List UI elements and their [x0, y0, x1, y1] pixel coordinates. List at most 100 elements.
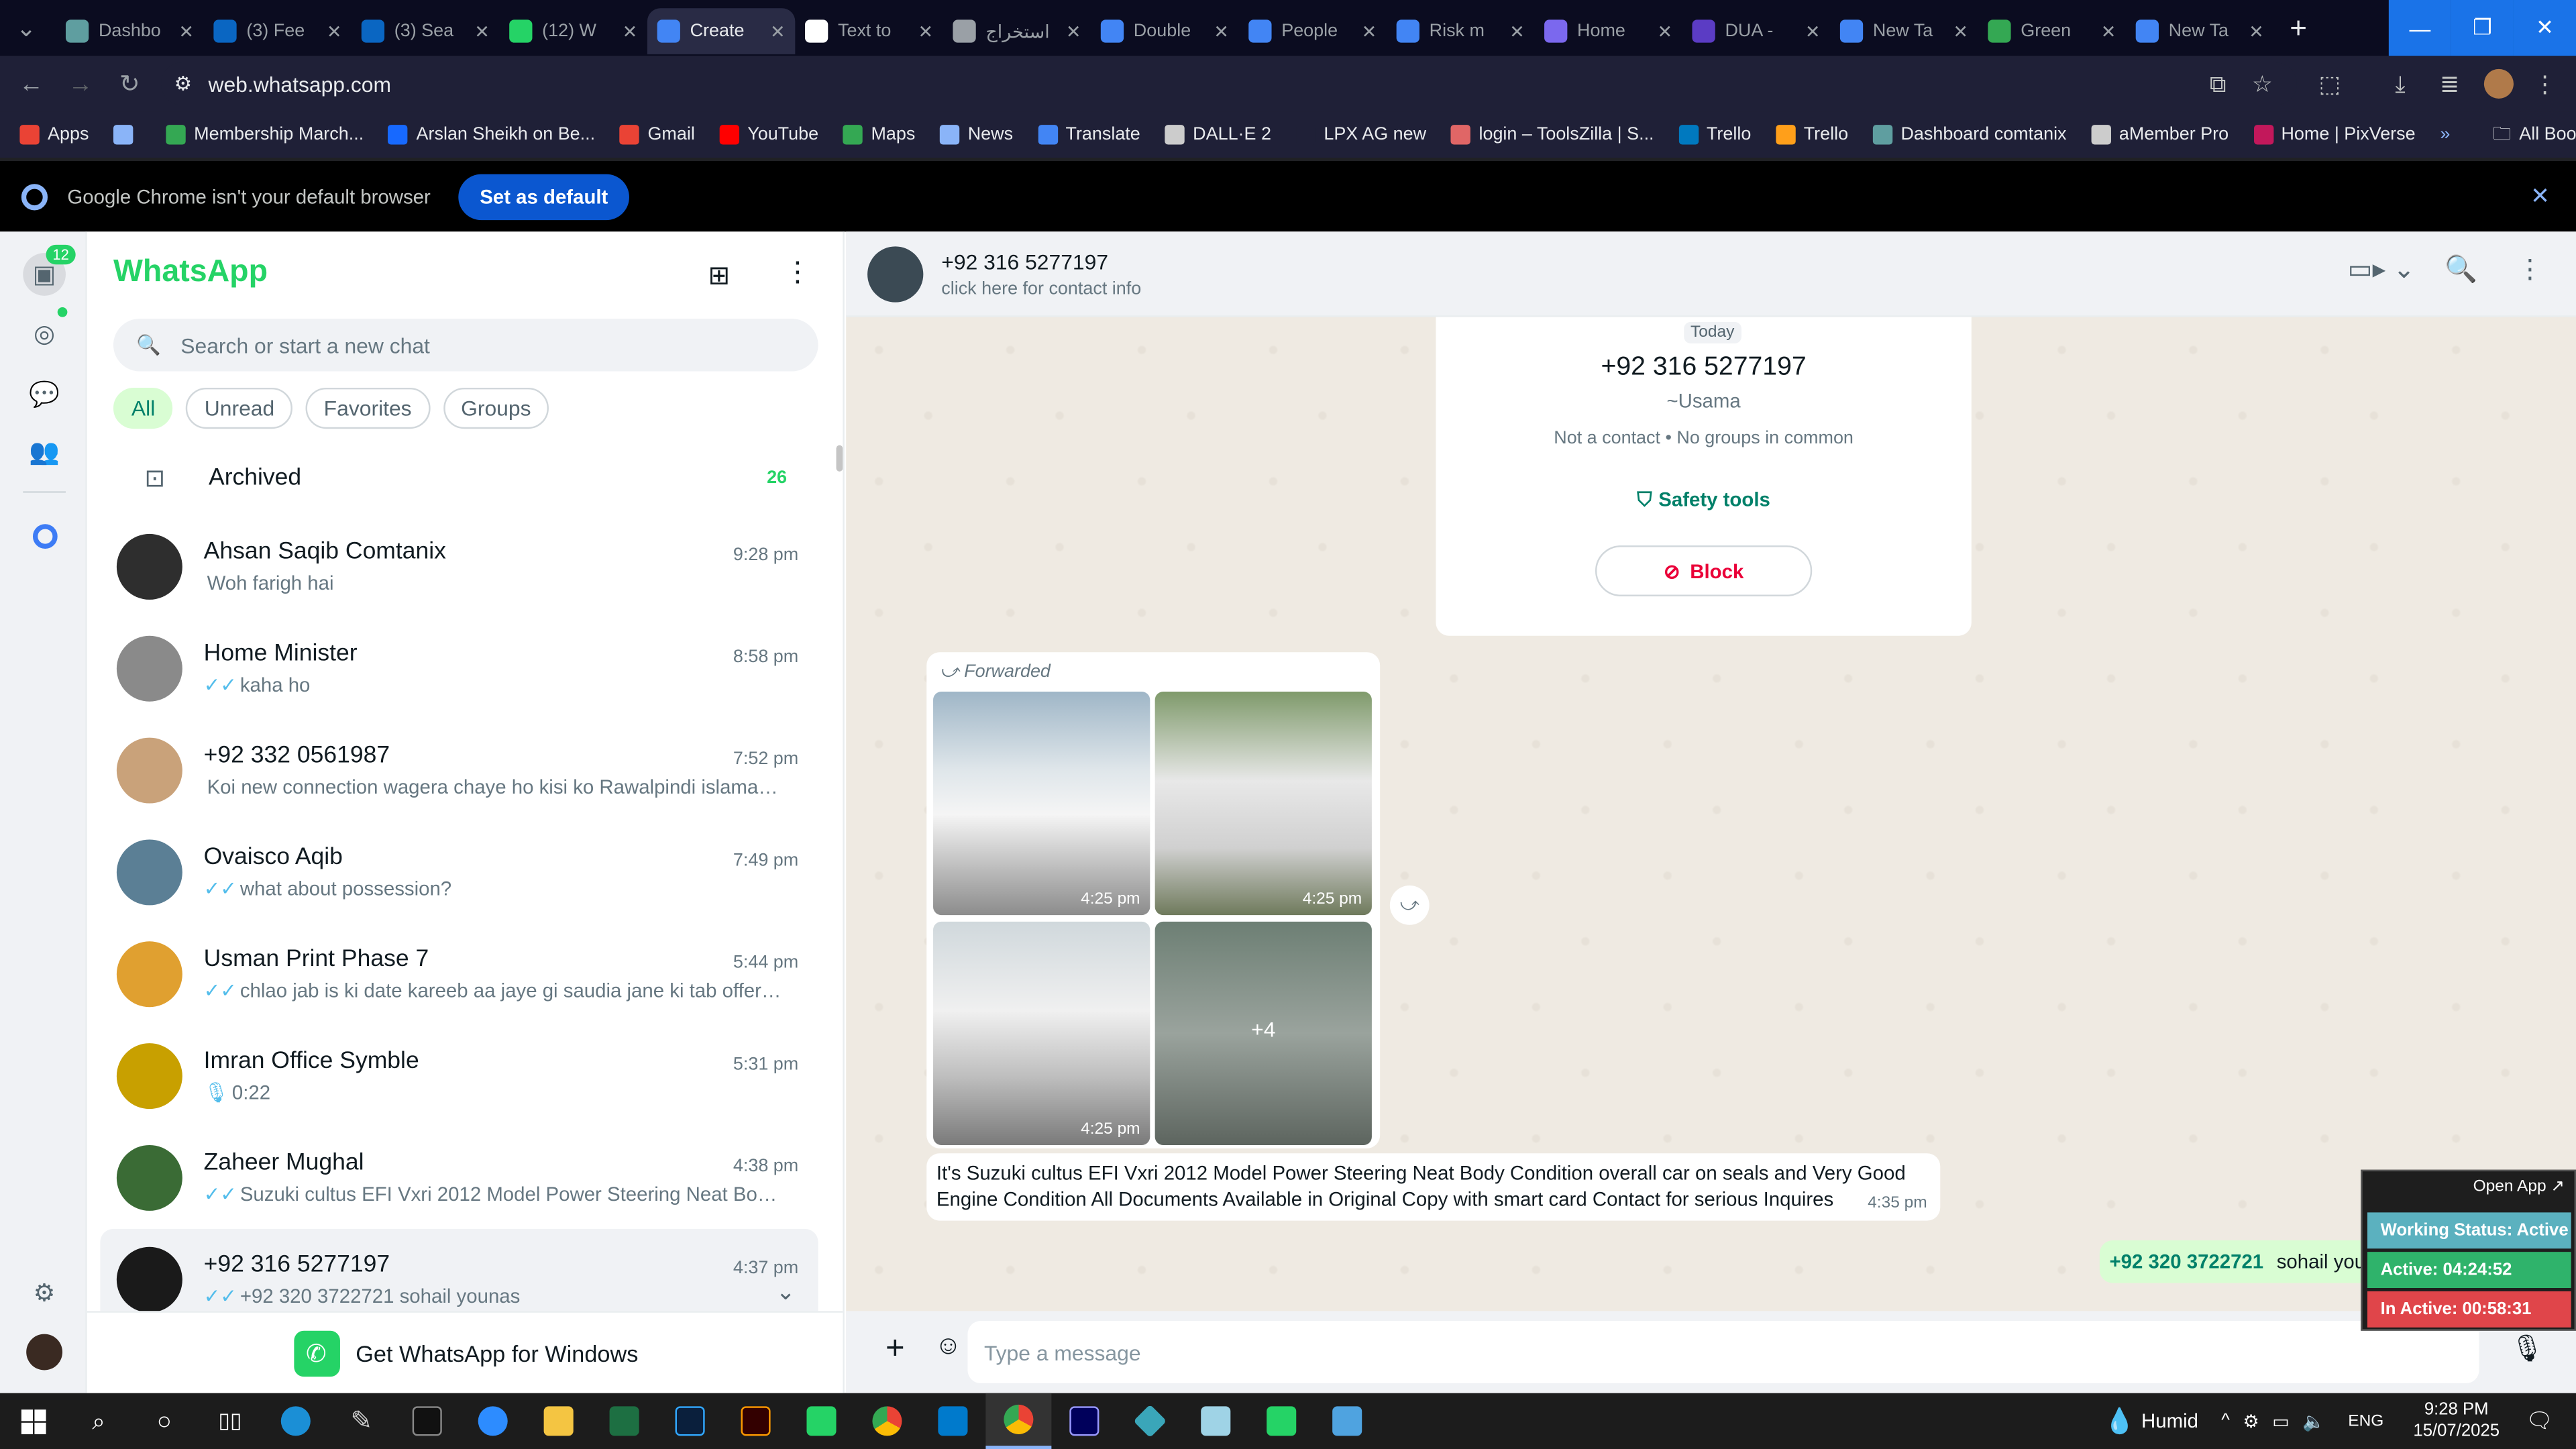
downloads-icon[interactable]: ⤓: [2377, 62, 2424, 105]
chat-list-item[interactable]: Zaheer Mughal ✓✓ Suzuki cultus EFI Vxri 20…: [100, 1127, 818, 1229]
photoshop-icon[interactable]: [657, 1393, 723, 1449]
communities-icon[interactable]: 👥: [23, 431, 66, 474]
close-tab-icon[interactable]: ✕: [1214, 21, 1229, 42]
maximize-button[interactable]: ❐: [2451, 0, 2514, 56]
edge-icon[interactable]: [263, 1393, 329, 1449]
chat-list-item[interactable]: +92 332 0561987 Koi new connection wagera…: [100, 720, 818, 822]
start-button[interactable]: [0, 1393, 66, 1449]
tab-search-button[interactable]: ⌄: [0, 3, 52, 52]
task-view-icon[interactable]: ▯▯: [197, 1393, 263, 1449]
app-icon[interactable]: [1183, 1393, 1248, 1449]
search-input[interactable]: 🔍 Search or start a new chat: [113, 319, 818, 372]
forward-button[interactable]: →: [56, 59, 105, 108]
message-input[interactable]: Type a message: [967, 1320, 2479, 1384]
car-photo[interactable]: 4:25 pm: [933, 692, 1150, 916]
browser-tab[interactable]: Risk m ✕: [1387, 8, 1534, 54]
get-whatsapp-windows-banner[interactable]: ✆ Get WhatsApp for Windows: [87, 1311, 843, 1393]
bookmark-item[interactable]: Trello: [1776, 125, 1848, 145]
archived-row[interactable]: ⊡ Archived 26: [87, 451, 843, 504]
safety-tools-button[interactable]: ⛉ Safety tools: [1436, 488, 1971, 513]
more-bookmarks-icon[interactable]: »: [2440, 125, 2450, 144]
whatsapp-taskbar-icon[interactable]: [789, 1393, 855, 1449]
close-tab-icon[interactable]: ✕: [1658, 21, 1673, 42]
car-photo[interactable]: 4:25 pm: [933, 921, 1150, 1145]
menu-icon[interactable]: ⋮: [2517, 253, 2543, 286]
browser-tab[interactable]: New Ta ✕: [1830, 8, 1978, 54]
new-chat-icon[interactable]: ⊞: [708, 260, 731, 292]
meta-ai-icon[interactable]: [23, 515, 66, 557]
browser-tab[interactable]: استخراج ✕: [943, 8, 1091, 54]
tray-apps-icon[interactable]: ⚙: [2243, 1410, 2259, 1432]
browser-tab[interactable]: (3) Sea ✕: [352, 8, 499, 54]
microphone-icon[interactable]: 🎙: [2510, 1332, 2544, 1365]
close-tab-icon[interactable]: ✕: [1362, 21, 1377, 42]
browser-tab[interactable]: DUA - ✕: [1682, 8, 1830, 54]
video-call-icon[interactable]: ▭▸ ⌄: [2348, 253, 2415, 286]
volume-icon[interactable]: 🔈: [2302, 1410, 2325, 1432]
browser-tab[interactable]: People ✕: [1239, 8, 1387, 54]
bookmark-item[interactable]: Arslan Sheikh on Be...: [388, 125, 595, 145]
car-photo[interactable]: 4:25 pm: [1155, 692, 1372, 916]
bookmark-item[interactable]: Trello: [1678, 125, 1751, 145]
close-tab-icon[interactable]: ✕: [2249, 21, 2264, 42]
set-as-default-button[interactable]: Set as default: [458, 173, 630, 219]
close-window-button[interactable]: ✕: [2513, 0, 2576, 56]
chrome-icon[interactable]: [854, 1393, 920, 1449]
tab-groups-icon[interactable]: ≣: [2426, 62, 2473, 105]
chat-list-item[interactable]: Usman Print Phase 7 ✓✓ chlao jab is ki dat…: [100, 923, 818, 1025]
sticker-icon[interactable]: ☺: [934, 1332, 961, 1362]
bookmark-item[interactable]: News: [940, 125, 1013, 145]
install-app-icon[interactable]: ⧉: [2195, 62, 2241, 105]
browser-tab[interactable]: Green ✕: [1978, 8, 2126, 54]
close-tab-icon[interactable]: ✕: [770, 21, 786, 42]
illustrator-icon[interactable]: [723, 1393, 789, 1449]
close-tab-icon[interactable]: ✕: [1953, 21, 1968, 42]
language-indicator[interactable]: ENG: [2348, 1412, 2383, 1430]
cortana-icon[interactable]: ○: [131, 1393, 197, 1449]
chat-list-item[interactable]: Home Minister ✓✓ kaha ho 8:58 pm: [100, 618, 818, 720]
pen-tool-icon[interactable]: ✎: [329, 1393, 394, 1449]
browser-tab[interactable]: Create ✕: [647, 8, 796, 54]
close-tab-icon[interactable]: ✕: [1805, 21, 1821, 42]
close-tab-icon[interactable]: ✕: [2101, 21, 2116, 42]
bookmark-item[interactable]: [113, 125, 142, 145]
bookmark-item[interactable]: Home | PixVerse: [2253, 125, 2416, 145]
weather-text[interactable]: Humid: [2141, 1409, 2198, 1432]
browser-tab[interactable]: New Ta ✕: [2126, 8, 2273, 54]
browser-tab[interactable]: Dashbo ✕: [56, 8, 203, 54]
bookmark-item[interactable]: Dashboard comtanix: [1872, 125, 2067, 145]
terminal-icon[interactable]: [394, 1393, 460, 1449]
close-tab-icon[interactable]: ✕: [623, 21, 638, 42]
minimize-button[interactable]: —: [2388, 0, 2451, 56]
bookmark-item[interactable]: LPX AG new: [1295, 125, 1426, 145]
open-app-link[interactable]: Open App ↗: [2473, 1178, 2565, 1196]
bookmark-item[interactable]: Translate: [1037, 125, 1140, 145]
filter-chip[interactable]: Groups: [443, 387, 549, 429]
close-tab-icon[interactable]: ✕: [327, 21, 342, 42]
filter-chip[interactable]: Favorites: [305, 387, 430, 429]
block-button[interactable]: ⊘ Block: [1595, 545, 1813, 596]
close-tab-icon[interactable]: ✕: [178, 21, 194, 42]
tray-chevron-icon[interactable]: ^: [2221, 1411, 2230, 1431]
browser-tab[interactable]: Home ✕: [1534, 8, 1682, 54]
extensions-icon[interactable]: ⬚: [2306, 62, 2353, 105]
search-icon[interactable]: ⌕: [66, 1393, 131, 1449]
app-icon[interactable]: [1117, 1393, 1183, 1449]
browser-tab[interactable]: Double ✕: [1091, 8, 1238, 54]
close-tab-icon[interactable]: ✕: [1509, 21, 1525, 42]
forward-icon[interactable]: ⤻: [1389, 885, 1430, 925]
search-icon[interactable]: 🔍: [2445, 253, 2477, 286]
profile-avatar[interactable]: [23, 1331, 66, 1374]
filter-chip[interactable]: All: [113, 387, 174, 429]
new-tab-button[interactable]: +: [2273, 3, 2322, 52]
bookmark-item[interactable]: Gmail: [619, 125, 695, 145]
bookmark-item[interactable]: aMember Pro: [2091, 125, 2229, 145]
bookmark-item[interactable]: Maps: [843, 125, 915, 145]
bookmark-item[interactable]: Membership March...: [166, 125, 364, 145]
site-info-icon[interactable]: ⚙: [174, 72, 192, 95]
profile-avatar[interactable]: [2476, 62, 2522, 105]
settings-icon[interactable]: ⚙: [23, 1272, 66, 1315]
bookmark-star-icon[interactable]: ☆: [2239, 62, 2286, 105]
all-bookmarks-folder[interactable]: 🗀All Bookmarks: [2493, 119, 2576, 151]
notifications-icon[interactable]: 🗨: [2526, 1408, 2553, 1434]
